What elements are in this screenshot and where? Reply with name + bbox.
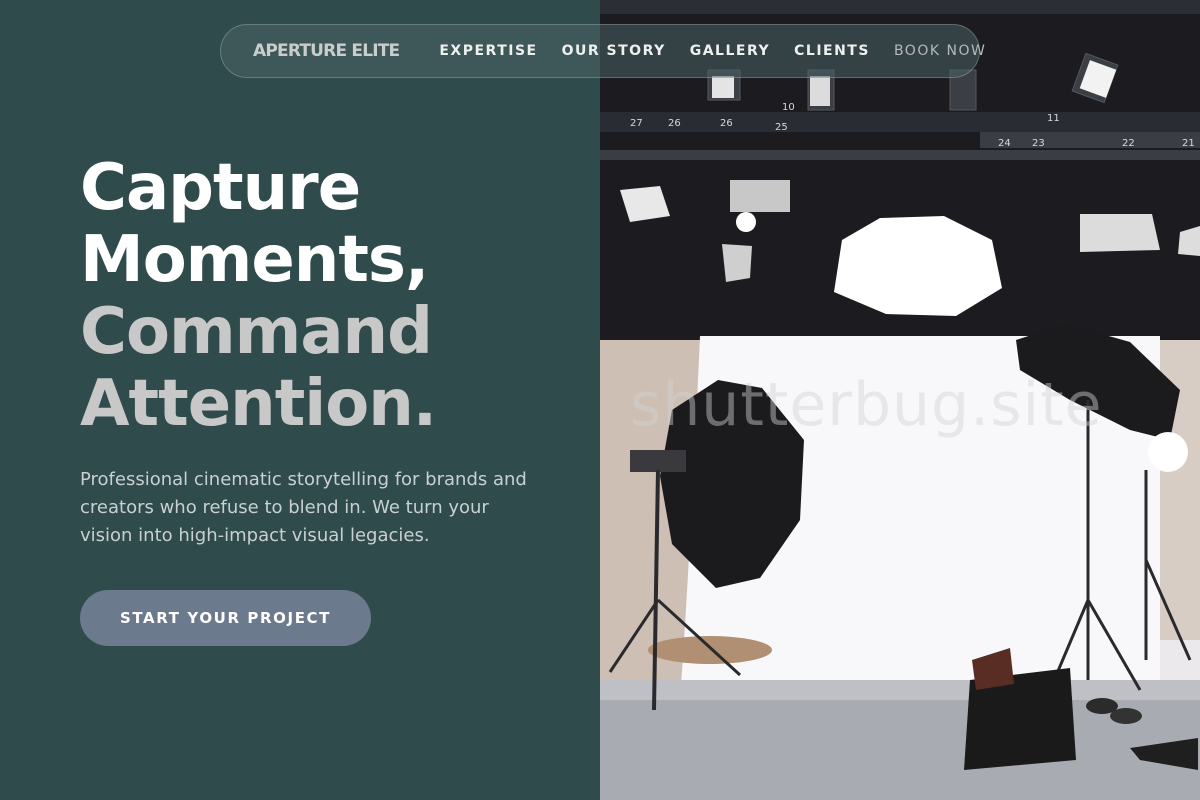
rig-label: 26 bbox=[668, 118, 681, 129]
hero-title: Capture Moments, Command Attention. bbox=[80, 152, 600, 440]
nav-links: EXPERTISE OUR STORY GALLERY CLIENTS BOOK… bbox=[439, 43, 986, 59]
rig-label: 26 bbox=[720, 118, 733, 129]
top-navigation: APERTURE ELITE EXPERTISE OUR STORY GALLE… bbox=[220, 24, 985, 78]
nav-link-gallery[interactable]: GALLERY bbox=[690, 43, 770, 59]
hero-title-line: Attention. bbox=[80, 367, 437, 441]
hero-title-line: Command bbox=[80, 295, 433, 369]
nav-link-our-story[interactable]: OUR STORY bbox=[562, 43, 666, 59]
nav-link-clients[interactable]: CLIENTS bbox=[794, 43, 870, 59]
studio-photo: 27 26 26 25 10 11 24 23 22 21 shutterbug… bbox=[600, 0, 1200, 800]
image-watermark: shutterbug.site bbox=[630, 370, 1103, 440]
rig-label: 21 bbox=[1182, 138, 1195, 149]
nav-link-expertise[interactable]: EXPERTISE bbox=[439, 43, 537, 59]
hero-title-line: Moments, bbox=[80, 223, 429, 297]
rig-label: 11 bbox=[1047, 113, 1060, 124]
hero-subtitle: Professional cinematic storytelling for … bbox=[80, 469, 527, 546]
brand-logo[interactable]: APERTURE ELITE bbox=[253, 41, 400, 61]
rig-label: 27 bbox=[630, 118, 643, 129]
rig-label: 24 bbox=[998, 138, 1011, 149]
rig-label: 25 bbox=[775, 122, 788, 133]
rig-label: 23 bbox=[1032, 138, 1045, 149]
start-project-button[interactable]: START YOUR PROJECT bbox=[80, 590, 371, 646]
hero-title-line: Capture bbox=[80, 151, 361, 225]
rig-label: 22 bbox=[1122, 138, 1135, 149]
rig-label: 10 bbox=[782, 102, 795, 113]
nav-link-book-now[interactable]: BOOK NOW bbox=[894, 43, 986, 59]
